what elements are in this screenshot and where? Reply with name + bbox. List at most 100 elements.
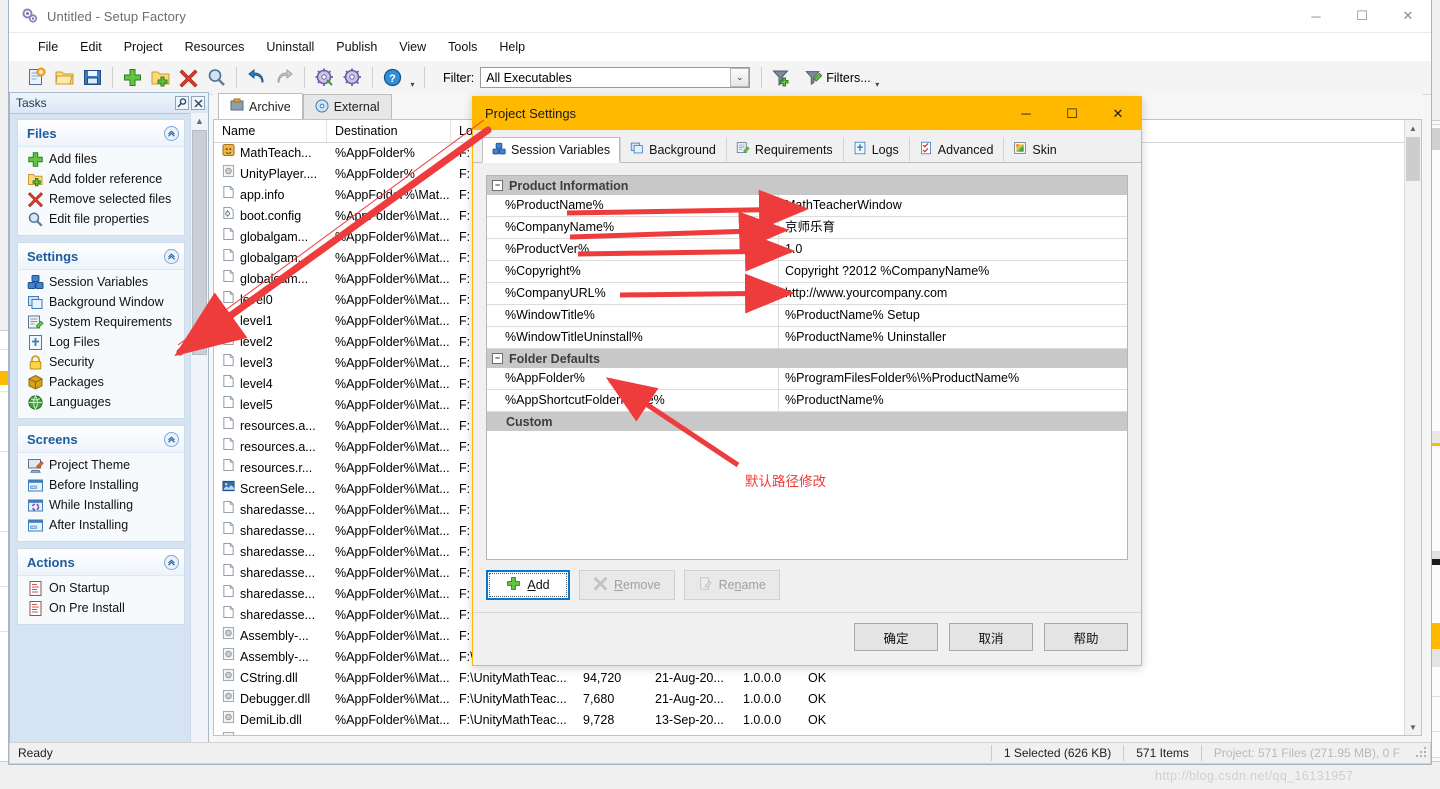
help-button[interactable]: 帮助 [1044,623,1128,651]
task-add-folder-reference[interactable]: Add folder reference [18,170,184,190]
collapse-expander-icon[interactable]: − [492,180,503,191]
menu-project[interactable]: Project [113,37,174,57]
variable-row[interactable]: %ProductVer% 1.0 [487,239,1127,261]
variables-section-header[interactable]: Custom [487,412,1127,431]
chevron-up-icon[interactable] [164,431,179,447]
scroll-up-icon[interactable]: ▲ [1405,120,1421,136]
variable-value[interactable]: %ProductName% Uninstaller [779,327,1127,348]
tab-archive[interactable]: Archive [218,93,303,119]
column-header-name[interactable]: Name [214,120,327,142]
variable-value[interactable]: 1.0 [779,239,1127,260]
task-on-startup[interactable]: On Startup [18,579,184,599]
file-properties-button[interactable] [203,64,230,91]
variable-row[interactable]: %WindowTitle% %ProductName% Setup [487,305,1127,327]
maximize-button[interactable]: ☐ [1339,1,1385,32]
filters-overflow-button[interactable]: ▾ [872,62,883,93]
close-icon[interactable] [191,96,205,110]
table-row[interactable]: CString.dll %AppFolder%\Mat... F:\UnityMat… [214,668,1421,689]
variable-row[interactable]: %ProductName% MathTeacherWindow [487,195,1127,217]
tab-session-variables[interactable]: Session Variables [482,137,621,163]
menu-view[interactable]: View [388,37,437,57]
tab-logs[interactable]: Logs [842,137,909,162]
menu-resources[interactable]: Resources [174,37,256,57]
resize-grip[interactable] [1414,745,1430,761]
help-button[interactable]: ? [379,64,406,91]
variable-value[interactable]: %ProductName% Setup [779,305,1127,326]
task-after-installing[interactable]: After Installing [18,516,184,536]
minimize-button[interactable]: ─ [1293,1,1339,32]
close-button[interactable]: ✕ [1385,1,1431,32]
task-log-files[interactable]: Log Files [18,333,184,353]
save-project-button[interactable] [79,64,106,91]
menu-tools[interactable]: Tools [437,37,488,57]
ok-button[interactable]: 确定 [854,623,938,651]
rename-button[interactable]: Rename [683,570,780,600]
filters-button[interactable]: Filters... [804,68,871,87]
variable-row[interactable]: %AppFolder% %ProgramFilesFolder%\%Product… [487,368,1127,390]
variable-row[interactable]: %WindowTitleUninstall% %ProductName% Unin… [487,327,1127,349]
file-grid-scrollbar[interactable]: ▲ ▼ [1404,120,1421,735]
collapse-expander-icon[interactable]: − [492,353,503,364]
tab-external[interactable]: External [302,94,392,119]
task-languages[interactable]: Languages [18,393,184,413]
dialog-minimize-button[interactable]: ─ [1003,97,1049,130]
scroll-down-icon[interactable]: ▼ [1405,719,1421,735]
add-files-button[interactable] [119,64,146,91]
tab-background[interactable]: Background [620,137,726,162]
task-system-requirements[interactable]: System Requirements [18,313,184,333]
chevron-up-icon[interactable] [164,248,179,264]
task-project-theme[interactable]: Project Theme [18,456,184,476]
task-background-window[interactable]: Background Window [18,293,184,313]
menu-help[interactable]: Help [488,37,536,57]
scrollbar-thumb[interactable] [1406,137,1420,181]
remove-button[interactable]: Remove [579,570,675,600]
open-project-button[interactable] [51,64,78,91]
dialog-maximize-button[interactable]: ☐ [1049,97,1095,130]
filter-dropdown-button[interactable]: ⌄ [730,68,750,87]
chevron-up-icon[interactable] [164,554,179,570]
dialog-close-button[interactable]: ✕ [1095,97,1141,130]
variable-value[interactable]: %ProductName% [779,390,1127,411]
cancel-button[interactable]: 取消 [949,623,1033,651]
variables-empty-area[interactable] [487,431,1127,559]
remove-files-button[interactable] [175,64,202,91]
variable-row[interactable]: %Copyright% Copyright ?2012 %CompanyName% [487,261,1127,283]
column-header-destination[interactable]: Destination [327,120,451,142]
task-edit-file-properties[interactable]: Edit file properties [18,210,184,230]
build-button[interactable] [339,64,366,91]
task-group-header[interactable]: Files [18,120,184,147]
task-packages[interactable]: Packages [18,373,184,393]
pin-icon[interactable] [175,96,189,110]
task-remove-selected-files[interactable]: Remove selected files [18,190,184,210]
table-row[interactable]: DOTween.dll %AppFolder%\Mat...F:\UnityMat… [214,731,1421,735]
undo-button[interactable] [243,64,270,91]
build-settings-button[interactable] [311,64,338,91]
variable-row[interactable]: %CompanyURL% http://www.yourcompany.com [487,283,1127,305]
scroll-up-icon[interactable]: ▲ [191,113,208,129]
task-group-header[interactable]: Screens [18,426,184,453]
task-session-variables[interactable]: Session Variables [18,273,184,293]
task-group-header[interactable]: Actions [18,549,184,576]
task-before-installing[interactable]: Before Installing [18,476,184,496]
variable-row[interactable]: %AppShortcutFolderName% %ProductName% [487,390,1127,412]
variables-section-header[interactable]: − Product Information [487,176,1127,195]
menu-edit[interactable]: Edit [69,37,113,57]
session-variables-list[interactable]: − Product Information %ProductName% MathTea… [486,175,1128,560]
variable-row[interactable]: %CompanyName% 京师乐育 [487,217,1127,239]
table-row[interactable]: Debugger.dll %AppFolder%\Mat... F:\UnityMa… [214,689,1421,710]
new-project-button[interactable] [23,64,50,91]
variable-value[interactable]: %ProgramFilesFolder%\%ProductName% [779,368,1127,389]
variable-value[interactable]: Copyright ?2012 %CompanyName% [779,261,1127,282]
variable-value[interactable]: MathTeacherWindow [779,195,1127,216]
menu-file[interactable]: File [27,37,69,57]
table-row[interactable]: DemiLib.dll %AppFolder%\Mat... F:\UnityMat… [214,710,1421,731]
task-on-pre-install[interactable]: On Pre Install [18,599,184,619]
tab-advanced[interactable]: Advanced [908,137,1004,162]
tasks-scrollbar[interactable]: ▲ ▼ [190,113,208,759]
toolbar-overflow-button[interactable]: ▾ [407,62,418,93]
chevron-up-icon[interactable] [164,125,179,141]
redo-button[interactable] [271,64,298,91]
add-folder-button[interactable] [147,64,174,91]
task-while-installing[interactable]: While Installing [18,496,184,516]
variable-value[interactable]: http://www.yourcompany.com [779,283,1127,304]
